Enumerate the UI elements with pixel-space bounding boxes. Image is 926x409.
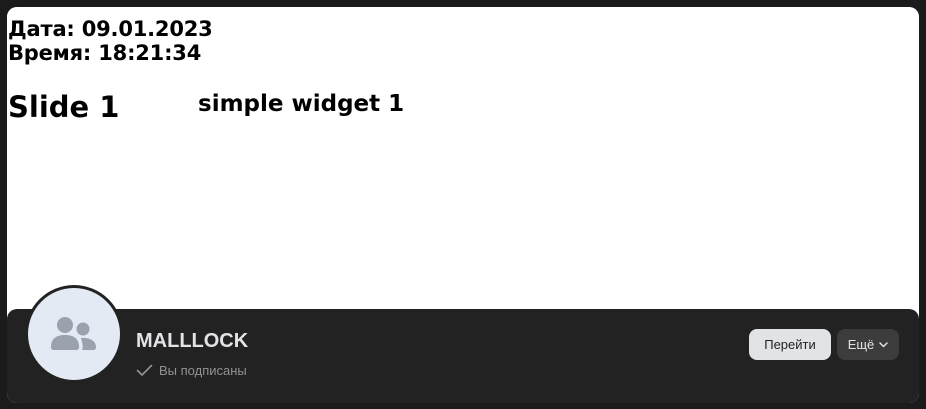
subscription-status: Вы подписаны: [136, 361, 247, 379]
widget-title: simple widget 1: [198, 91, 405, 117]
community-avatar[interactable]: [28, 288, 120, 380]
time-line: Время: 18:21:34: [8, 41, 202, 65]
date-line: Дата: 09.01.2023: [8, 17, 213, 41]
go-button-label: Перейти: [764, 337, 816, 352]
subscription-status-label: Вы подписаны: [159, 362, 247, 378]
checkmark-icon: [136, 364, 153, 376]
community-name[interactable]: MALLLOCK: [136, 329, 248, 353]
users-icon: [51, 317, 96, 350]
more-button[interactable]: Ещё: [837, 329, 899, 360]
chevron-down-icon: [879, 341, 889, 347]
go-button[interactable]: Перейти: [749, 329, 831, 360]
widget-frame: Дата: 09.01.2023 Время: 18:21:34 Slide 1…: [7, 7, 919, 403]
cover-slide: Дата: 09.01.2023 Время: 18:21:34 Slide 1…: [7, 7, 919, 309]
slide-title: Slide 1: [8, 90, 120, 124]
more-button-label: Ещё: [847, 337, 875, 352]
